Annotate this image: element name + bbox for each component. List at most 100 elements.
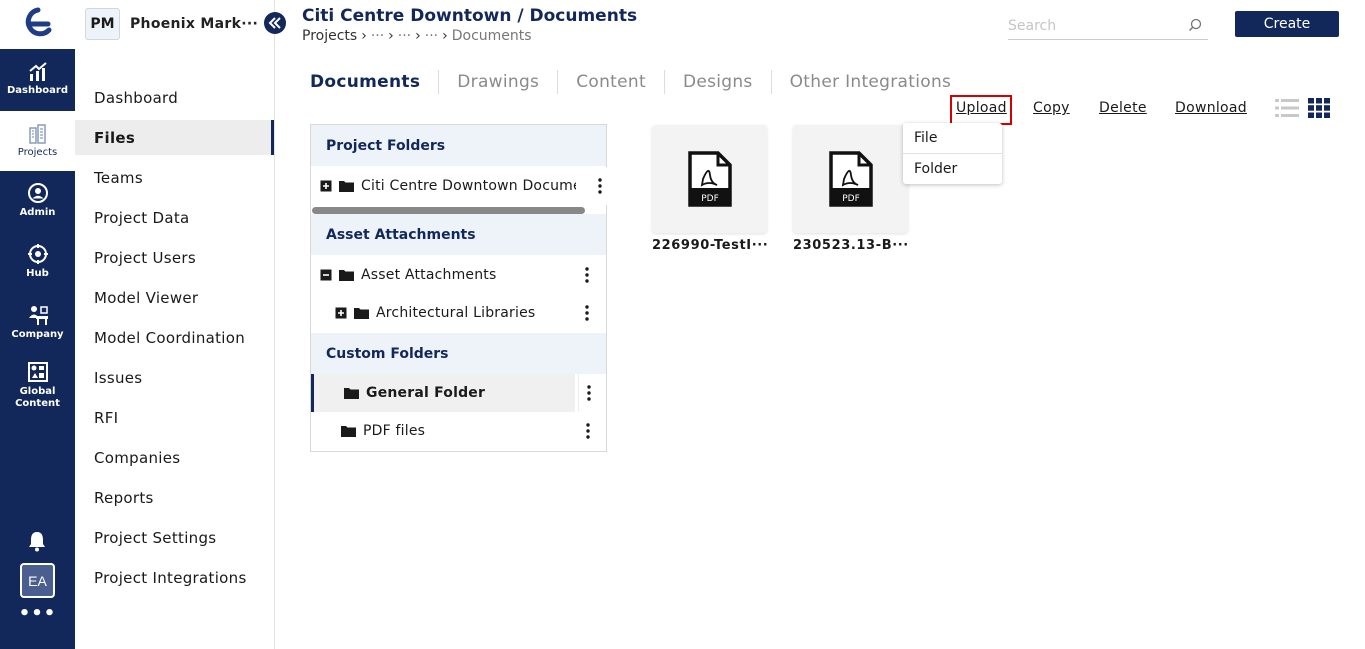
- sidebar-item-rfi[interactable]: RFI: [75, 400, 274, 435]
- file-name[interactable]: 226990-TestI···: [652, 238, 768, 253]
- breadcrumb-collapsed[interactable]: ···: [371, 28, 384, 44]
- section-custom-folders: Custom Folders: [311, 333, 606, 374]
- search-input[interactable]: [1008, 14, 1178, 38]
- upload-button[interactable]: Upload: [956, 100, 1007, 116]
- tab-content[interactable]: Content: [557, 70, 664, 94]
- folder-row-architectural-libraries[interactable]: Architectural Libraries: [311, 294, 586, 332]
- sidebar-item-files[interactable]: Files: [75, 120, 274, 155]
- folder-label: General Folder: [366, 385, 486, 401]
- folder-icon: [354, 308, 369, 319]
- folder-row-asset-root[interactable]: Asset Attachments: [311, 256, 586, 294]
- admin-icon: [27, 182, 48, 203]
- file-name[interactable]: 230523.13-B···: [793, 238, 909, 253]
- breadcrumb-separator: ›: [442, 28, 448, 44]
- delete-button[interactable]: Delete: [1099, 100, 1147, 116]
- rail-dashboard[interactable]: Dashboard: [0, 49, 75, 109]
- file-card[interactable]: PDF: [793, 125, 908, 233]
- rail-projects-label: Projects: [17, 146, 58, 158]
- folder-tree: Project Folders Citi Centre Downtown Doc…: [310, 124, 610, 452]
- project-badge: PM: [85, 8, 120, 40]
- pdf-file-icon: PDF: [828, 151, 873, 207]
- folder-label: Architectural Libraries: [376, 305, 536, 321]
- breadcrumb-projects[interactable]: Projects: [302, 28, 357, 44]
- folder-menu-icon[interactable]: [577, 294, 597, 332]
- sidebar-item-model-coordination[interactable]: Model Coordination: [75, 320, 274, 355]
- download-button[interactable]: Download: [1175, 100, 1247, 116]
- project-header[interactable]: PM Phoenix Mark···: [85, 8, 258, 40]
- folder-label: Citi Centre Downtown Documents: [361, 178, 576, 194]
- rail-company-label: Company: [11, 328, 64, 340]
- bell-icon[interactable]: [27, 530, 47, 552]
- sidebar-item-teams[interactable]: Teams: [75, 160, 274, 195]
- file-type-label: PDF: [701, 194, 719, 204]
- more-menu-button[interactable]: •••: [0, 603, 75, 624]
- rail-admin-label: Admin: [19, 206, 56, 218]
- tab-designs[interactable]: Designs: [663, 70, 771, 94]
- collapse-sidebar-button[interactable]: [264, 12, 286, 34]
- rail-dashboard-label: Dashboard: [7, 84, 68, 96]
- sidebar-item-project-integrations[interactable]: Project Integrations: [75, 560, 274, 595]
- sidebar-item-project-settings[interactable]: Project Settings: [75, 520, 274, 555]
- project-sidebar: PM Phoenix Mark··· Dashboard Files Teams…: [75, 0, 275, 649]
- upload-dropdown: File Folder: [903, 123, 1002, 184]
- upload-folder-option[interactable]: Folder: [903, 153, 1002, 183]
- breadcrumb-collapsed[interactable]: ···: [398, 28, 411, 44]
- folder-icon: [344, 388, 359, 399]
- logo-icon: [25, 7, 51, 36]
- file-type-label: PDF: [842, 194, 860, 204]
- tab-other-integrations[interactable]: Other Integrations: [770, 70, 970, 94]
- page-title: Citi Centre Downtown / Documents: [302, 6, 638, 26]
- rail-global-content[interactable]: Global Content: [0, 350, 75, 420]
- sidebar-item-reports[interactable]: Reports: [75, 480, 274, 515]
- folder-row-pdf-files[interactable]: PDF files: [311, 412, 575, 450]
- search-icon[interactable]: [1188, 18, 1202, 32]
- horizontal-scrollbar[interactable]: [312, 207, 585, 214]
- folder-menu-icon[interactable]: [578, 412, 598, 450]
- project-name: Phoenix Mark···: [130, 16, 259, 32]
- folder-label: Asset Attachments: [361, 267, 497, 283]
- folder-menu-icon[interactable]: [577, 256, 597, 294]
- double-chevron-left-icon: [268, 17, 281, 29]
- folder-row-general-folder[interactable]: General Folder: [311, 374, 575, 412]
- breadcrumb-collapsed[interactable]: ···: [425, 28, 438, 44]
- sidebar-item-dashboard[interactable]: Dashboard: [75, 80, 274, 115]
- tab-documents[interactable]: Documents: [310, 70, 438, 94]
- breadcrumb-separator: ›: [388, 28, 394, 44]
- global-content-icon: [27, 361, 48, 382]
- section-asset-attachments: Asset Attachments: [311, 214, 606, 255]
- document-tabs: Documents Drawings Content Designs Other…: [310, 70, 969, 94]
- breadcrumb-current: Documents: [451, 28, 532, 44]
- list-view-icon[interactable]: [1275, 98, 1299, 118]
- folder-label: PDF files: [363, 423, 426, 439]
- breadcrumb: Projects › ··· › ··· › ··· › Documents: [302, 28, 532, 44]
- rail-hub[interactable]: Hub: [0, 231, 75, 291]
- sidebar-item-project-data[interactable]: Project Data: [75, 200, 274, 235]
- copy-button[interactable]: Copy: [1033, 100, 1070, 116]
- folder-menu-icon[interactable]: [590, 167, 610, 205]
- rail-projects[interactable]: Projects: [0, 111, 75, 171]
- sidebar-item-companies[interactable]: Companies: [75, 440, 274, 475]
- dashboard-icon: [28, 61, 47, 81]
- tab-drawings[interactable]: Drawings: [438, 70, 557, 94]
- grid-view-icon[interactable]: [1308, 98, 1330, 118]
- folder-row-project-root[interactable]: Citi Centre Downtown Documents: [311, 167, 586, 205]
- search-box: [1008, 14, 1208, 40]
- sidebar-item-model-viewer[interactable]: Model Viewer: [75, 280, 274, 315]
- folder-icon: [339, 270, 354, 281]
- folder-menu-icon[interactable]: [578, 374, 598, 412]
- app-rail: Dashboard Projects Admin Hub Company Glo…: [0, 0, 75, 649]
- collapse-icon[interactable]: [320, 269, 332, 281]
- upload-file-option[interactable]: File: [903, 123, 1002, 153]
- user-avatar[interactable]: EA: [20, 563, 55, 598]
- rail-company[interactable]: Company: [0, 292, 75, 352]
- sidebar-item-project-users[interactable]: Project Users: [75, 240, 274, 275]
- folder-icon: [339, 181, 354, 192]
- expand-icon[interactable]: [320, 180, 332, 192]
- section-project-folders: Project Folders: [311, 125, 606, 166]
- app-logo[interactable]: [0, 0, 75, 49]
- file-card[interactable]: PDF: [652, 125, 767, 233]
- create-button[interactable]: Create: [1235, 11, 1339, 37]
- expand-icon[interactable]: [335, 307, 347, 319]
- sidebar-item-issues[interactable]: Issues: [75, 360, 274, 395]
- rail-admin[interactable]: Admin: [0, 170, 75, 230]
